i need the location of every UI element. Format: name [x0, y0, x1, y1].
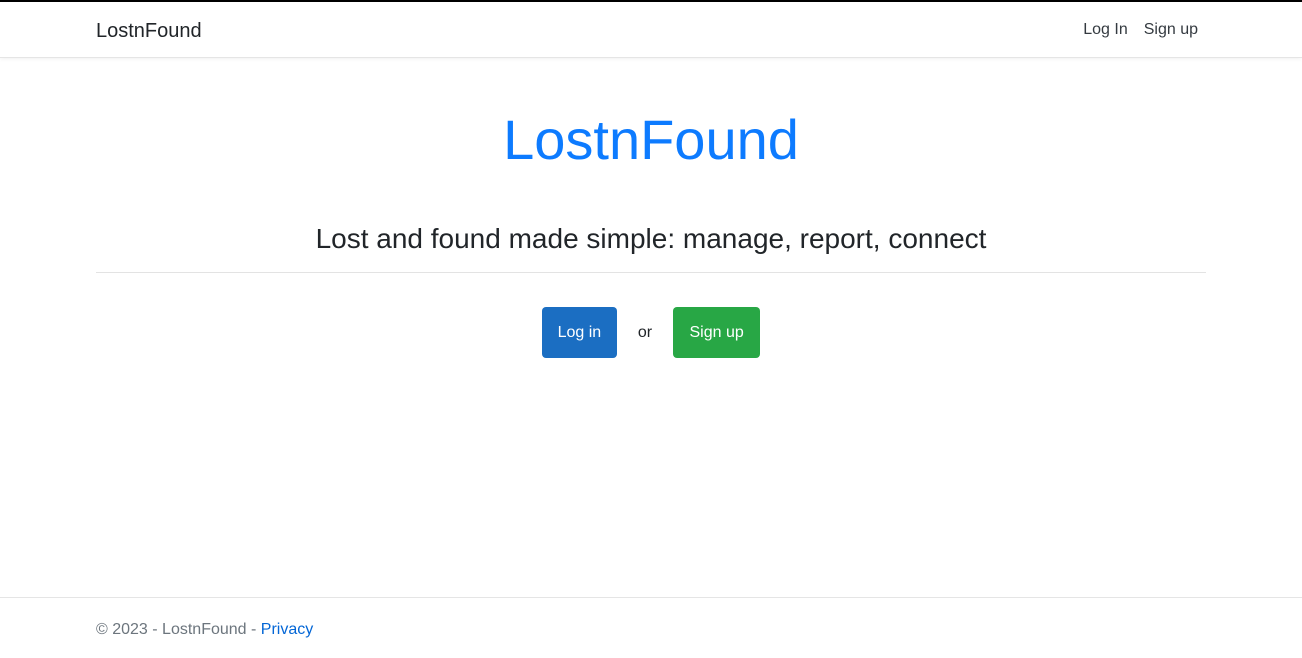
footer: © 2023 - LostnFound - Privacy [0, 597, 1302, 658]
login-button[interactable]: Log in [541, 307, 617, 358]
signup-button[interactable]: Sign up [673, 307, 761, 358]
or-separator: or [637, 323, 653, 341]
hero-title: LostnFound [503, 108, 799, 171]
hero-subtitle: Lost and found made simple: manage, repo… [315, 223, 987, 254]
auth-actions: Log in or Sign up [0, 307, 1302, 358]
nav-login-link[interactable]: Log In [1083, 20, 1127, 40]
nav-signup-link[interactable]: Sign up [1144, 20, 1198, 40]
divider [96, 272, 1206, 273]
navbar-brand[interactable]: LostnFound [96, 19, 202, 43]
privacy-link[interactable]: Privacy [261, 621, 313, 638]
footer-copyright: © 2023 - LostnFound - [96, 621, 261, 638]
navbar-links: Log In Sign up [1083, 20, 1198, 40]
navbar: LostnFound Log In Sign up [0, 2, 1302, 58]
footer-text: © 2023 - LostnFound - Privacy [96, 620, 313, 640]
